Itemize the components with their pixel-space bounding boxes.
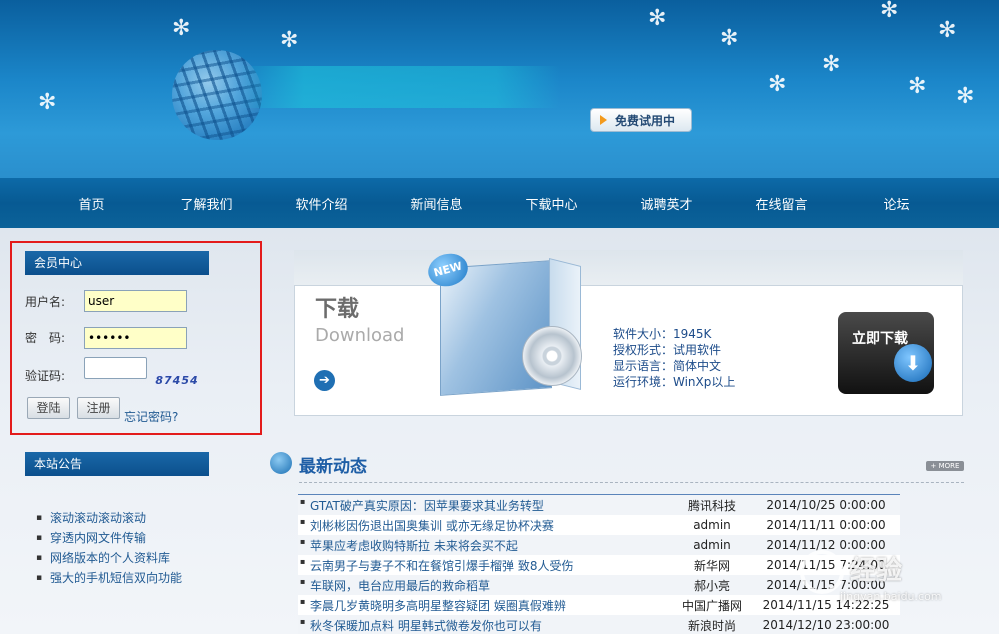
header-banner: 免费试用中 ✻ ✻ ✻ ✻ ✻ ✻ ✻ ✻ ✻ ✻ ✻ [0, 0, 999, 178]
news-source: admin [693, 538, 731, 552]
download-now-label: 立即下载 [852, 331, 908, 347]
forgot-password-link[interactable]: 忘记密码? [124, 408, 178, 425]
download-title: 下载 [315, 297, 360, 322]
table-row: 秋冬保暖加点料 明星韩式微卷发你也可以有 新浪时尚 2014/12/10 23:… [298, 615, 900, 634]
download-subtitle: Download [315, 325, 405, 346]
notice-item[interactable]: 强大的手机短信双向功能 [36, 568, 182, 588]
watermark-url: jingyan.baidu.com [840, 590, 942, 603]
news-link[interactable]: 李晨几岁黄晓明多高明星整容疑团 娱圈真假难辨 [298, 597, 672, 614]
news-link[interactable]: 刘彬彬因伤退出国奥集训 或亦无缘足协杯决赛 [298, 517, 672, 534]
captcha-input[interactable] [84, 357, 147, 379]
dandelion-icon: ✻ [880, 0, 899, 23]
dandelion-icon: ✻ [956, 84, 975, 109]
software-info: 软件大小：1945K 授权形式：试用软件 显示语言：简体中文 运行环境：WinX… [613, 326, 735, 390]
notice-list: 滚动滚动滚动滚动 穿透内网文件传输 网络版本的个人资料库 强大的手机短信双向功能 [36, 508, 182, 588]
display-language: 显示语言：简体中文 [613, 359, 722, 373]
free-trial-button[interactable]: 免费试用中 [590, 108, 692, 132]
notice-item[interactable]: 穿透内网文件传输 [36, 528, 182, 548]
password-label: 密 码: [25, 331, 66, 345]
login-button[interactable]: 登陆 [27, 397, 70, 419]
dandelion-icon: ✻ [938, 18, 957, 43]
dandelion-icon: ✻ [38, 90, 57, 115]
news-date: 2014/10/25 0:00:00 [766, 498, 886, 512]
dandelion-icon: ✻ [822, 52, 841, 77]
nav-item-news[interactable]: 新闻信息 [379, 194, 494, 213]
username-label: 用户名: [25, 295, 66, 309]
dandelion-icon: ✻ [720, 26, 739, 51]
news-link[interactable]: 苹果应考虑收购特斯拉 未来将会买不起 [298, 537, 672, 554]
register-button[interactable]: 注册 [77, 397, 120, 419]
news-source: 中国广播网 [681, 598, 742, 613]
news-link[interactable]: 云南男子与妻子不和在餐馆引爆手榴弹 致8人受伤 [298, 557, 672, 574]
dandelion-icon: ✻ [908, 74, 927, 99]
news-divider [299, 482, 964, 483]
news-date: 2014/11/11 0:00:00 [766, 518, 886, 532]
dandelion-icon: ✻ [172, 16, 191, 41]
nav-item-forum[interactable]: 论坛 [839, 194, 954, 213]
dandelion-icon: ✻ [648, 6, 667, 31]
news-source: 新浪时尚 [687, 618, 736, 633]
software-size: 软件大小：1945K [613, 327, 712, 341]
username-input[interactable] [84, 290, 187, 312]
news-title: 最新动态 [299, 457, 367, 477]
license-type: 授权形式：试用软件 [613, 343, 722, 357]
notice-title: 本站公告 [25, 452, 209, 476]
globe-icon [270, 452, 292, 474]
news-source: 新华网 [693, 558, 730, 573]
paw-logo-icon [800, 550, 844, 594]
dandelion-icon: ✻ [768, 72, 787, 97]
dandelion-icon: ✻ [280, 28, 299, 53]
news-link[interactable]: 秋冬保暖加点料 明星韩式微卷发你也可以有 [298, 617, 672, 634]
notice-item[interactable]: 网络版本的个人资料库 [36, 548, 182, 568]
captcha-label: 验证码: [25, 369, 66, 383]
nav-item-software[interactable]: 软件介绍 [264, 194, 379, 213]
notice-item[interactable]: 滚动滚动滚动滚动 [36, 508, 182, 528]
banner-top-strip [294, 250, 963, 285]
download-now-button[interactable]: 立即下载 ⬇ [838, 312, 934, 394]
news-link[interactable]: GTAT破产真实原因：因苹果要求其业务转型 [298, 497, 672, 514]
table-row: 刘彬彬因伤退出国奥集训 或亦无缘足协杯决赛 admin 2014/11/11 0… [298, 515, 900, 535]
news-source: 郝小亮 [693, 578, 730, 593]
cd-disc-icon [522, 326, 582, 386]
password-input[interactable] [84, 327, 187, 349]
news-source: admin [693, 518, 731, 532]
nav-item-about[interactable]: 了解我们 [149, 194, 264, 213]
play-arrow-icon [600, 115, 607, 125]
news-link[interactable]: 车联网，电台应用最后的救命稻草 [298, 577, 672, 594]
free-trial-label: 免费试用中 [615, 113, 676, 128]
member-center-title: 会员中心 [25, 251, 209, 275]
news-date: 2014/12/10 23:00:00 [762, 618, 890, 632]
nav-item-message[interactable]: 在线留言 [724, 194, 839, 213]
download-arrow-icon: ⬇ [894, 344, 932, 382]
nav-item-home[interactable]: 首页 [34, 194, 149, 213]
captcha-image[interactable]: 87454 [155, 372, 199, 390]
news-source: 腾讯科技 [687, 498, 736, 513]
table-row: GTAT破产真实原因：因苹果要求其业务转型 腾讯科技 2014/10/25 0:… [298, 495, 900, 515]
nav-item-download[interactable]: 下载中心 [494, 194, 609, 213]
nav-item-jobs[interactable]: 诚聘英才 [609, 194, 724, 213]
watermark: 经验 jingyan.baidu.com [790, 540, 960, 610]
watermark-text: 经验 [850, 556, 903, 586]
main-nav: 首页 了解我们 软件介绍 新闻信息 下载中心 诚聘英才 在线留言 论坛 [0, 178, 999, 228]
runtime-env: 运行环境：WinXp以上 [613, 375, 736, 389]
arrow-right-icon[interactable]: ➔ [314, 370, 335, 391]
more-button[interactable]: + MORE [926, 461, 964, 471]
logo-glow [240, 66, 560, 108]
